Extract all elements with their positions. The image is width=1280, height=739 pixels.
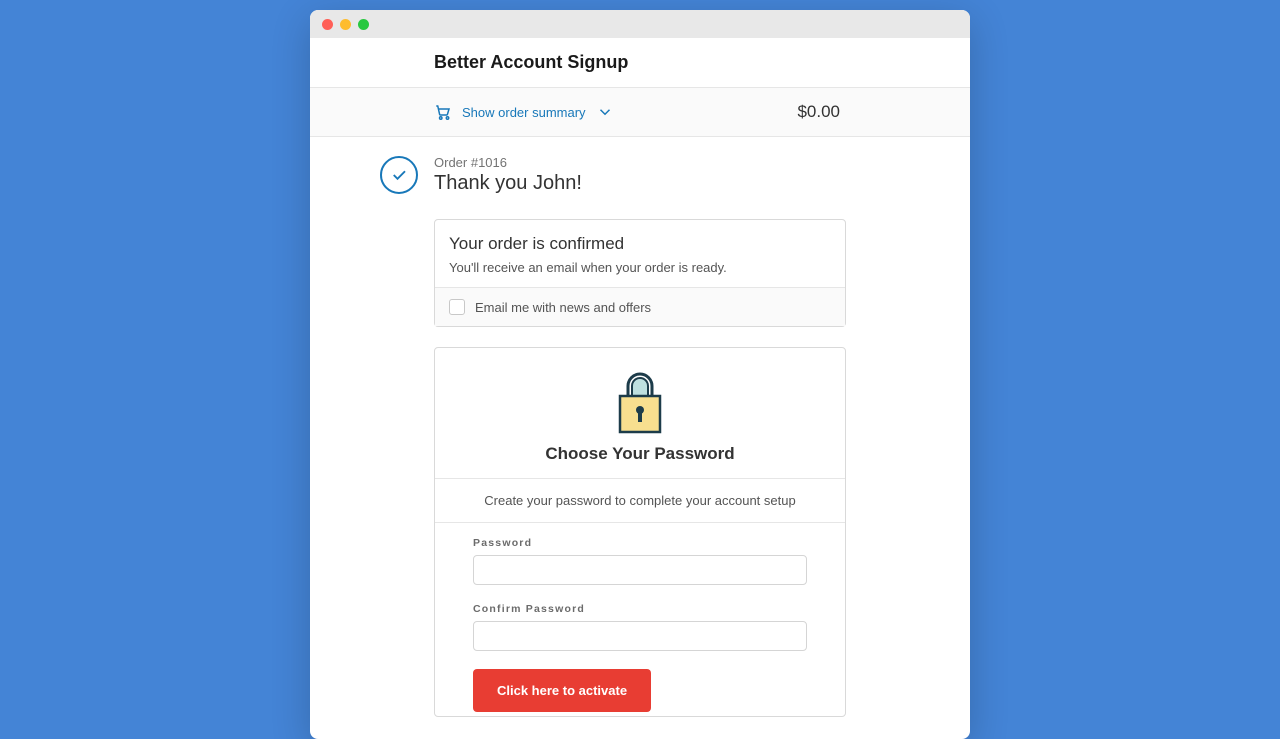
password-card: Choose Your Password Create your passwor…	[434, 347, 846, 717]
order-summary-bar: Show order summary $0.00	[310, 87, 970, 137]
close-icon[interactable]	[322, 19, 333, 30]
password-input[interactable]	[473, 555, 807, 585]
page-title: Better Account Signup	[434, 52, 970, 73]
confirmed-subtitle: You'll receive an email when your order …	[449, 260, 831, 275]
page-header: Better Account Signup	[310, 38, 970, 87]
confirm-password-input[interactable]	[473, 621, 807, 651]
password-subtitle: Create your password to complete your ac…	[435, 478, 845, 523]
maximize-icon[interactable]	[358, 19, 369, 30]
newsletter-checkbox[interactable]	[449, 299, 465, 315]
checkmark-icon	[380, 156, 418, 194]
chevron-down-icon	[596, 103, 614, 121]
password-label: Password	[473, 537, 807, 549]
thank-you-heading: Thank you John!	[434, 172, 582, 195]
order-confirmed-card: Your order is confirmed You'll receive a…	[434, 219, 846, 327]
confirm-password-label: Confirm Password	[473, 603, 807, 615]
order-summary-label: Show order summary	[462, 105, 586, 120]
app-window: Better Account Signup Show order summary…	[310, 10, 970, 739]
lock-icon	[449, 368, 831, 434]
cart-icon	[434, 103, 452, 121]
thank-you-block: Order #1016 Thank you John!	[310, 137, 970, 209]
password-form: Password Confirm Password Click here to …	[435, 523, 845, 716]
newsletter-label: Email me with news and offers	[475, 300, 651, 315]
window-titlebar	[310, 10, 970, 38]
confirmed-title: Your order is confirmed	[449, 234, 831, 254]
order-number: Order #1016	[434, 155, 582, 170]
activate-button[interactable]: Click here to activate	[473, 669, 651, 712]
thank-you-text: Order #1016 Thank you John!	[434, 155, 582, 195]
main-column: Your order is confirmed You'll receive a…	[310, 209, 970, 739]
newsletter-row: Email me with news and offers	[435, 287, 845, 326]
order-summary-toggle[interactable]: Show order summary	[434, 103, 614, 121]
password-title: Choose Your Password	[449, 444, 831, 464]
order-total: $0.00	[797, 102, 946, 122]
minimize-icon[interactable]	[340, 19, 351, 30]
